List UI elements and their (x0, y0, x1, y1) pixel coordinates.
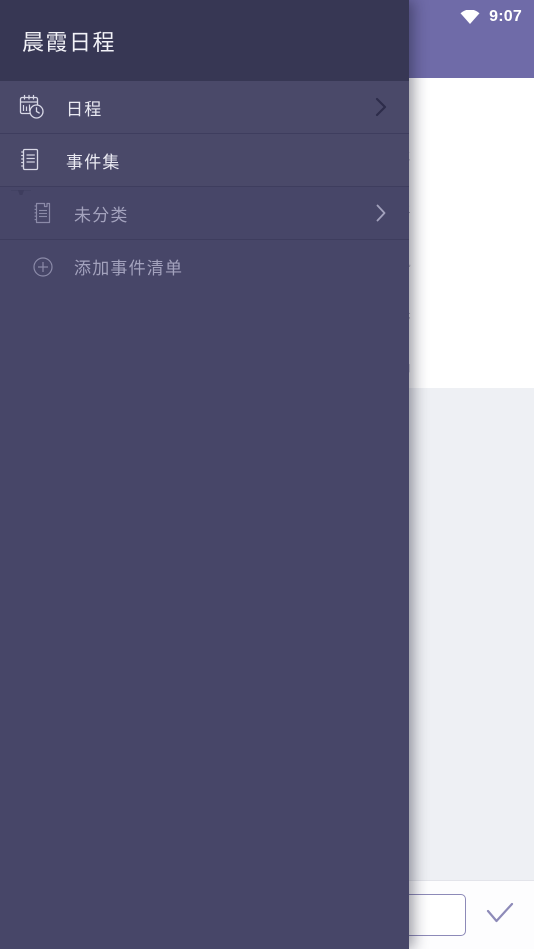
app-title: 晨霞日程 (22, 29, 117, 55)
drawer-item-uncategorized[interactable]: 未分类 (0, 187, 409, 240)
calendar-clock-icon (18, 93, 52, 121)
drawer-item-add-list[interactable]: 添加事件清单 (0, 240, 409, 293)
status-bar-right: 9:07 (460, 0, 522, 33)
check-icon (485, 900, 515, 931)
drawer-item-schedule-label: 日程 (66, 99, 103, 119)
navigation-drawer: 晨霞日程 日程 事件集 未分类 添加事件清单 (0, 0, 409, 949)
wifi-icon (460, 9, 480, 24)
note-document-icon (32, 201, 60, 225)
drawer-item-uncategorized-label: 未分类 (74, 205, 129, 225)
drawer-item-event-sets[interactable]: 事件集 (0, 134, 409, 187)
notebook-list-icon (18, 146, 52, 174)
drawer-header: 晨霞日程 (0, 0, 409, 81)
confirm-check-button[interactable] (480, 895, 520, 935)
status-bar-clock: 9:07 (489, 7, 522, 25)
chevron-right-icon[interactable] (373, 202, 393, 224)
chevron-right-icon[interactable] (373, 96, 393, 118)
drawer-item-add-list-label: 添加事件清单 (74, 259, 184, 278)
plus-circle-icon (32, 255, 60, 279)
drawer-item-event-sets-label: 事件集 (66, 152, 121, 172)
drawer-expand-notch (11, 186, 31, 195)
drawer-item-schedule[interactable]: 日程 (0, 81, 409, 134)
app-screen: 9:07 五 六 5十四6十五12廿一13廿二19廿八20廿九26初六27初七3… (0, 0, 534, 949)
